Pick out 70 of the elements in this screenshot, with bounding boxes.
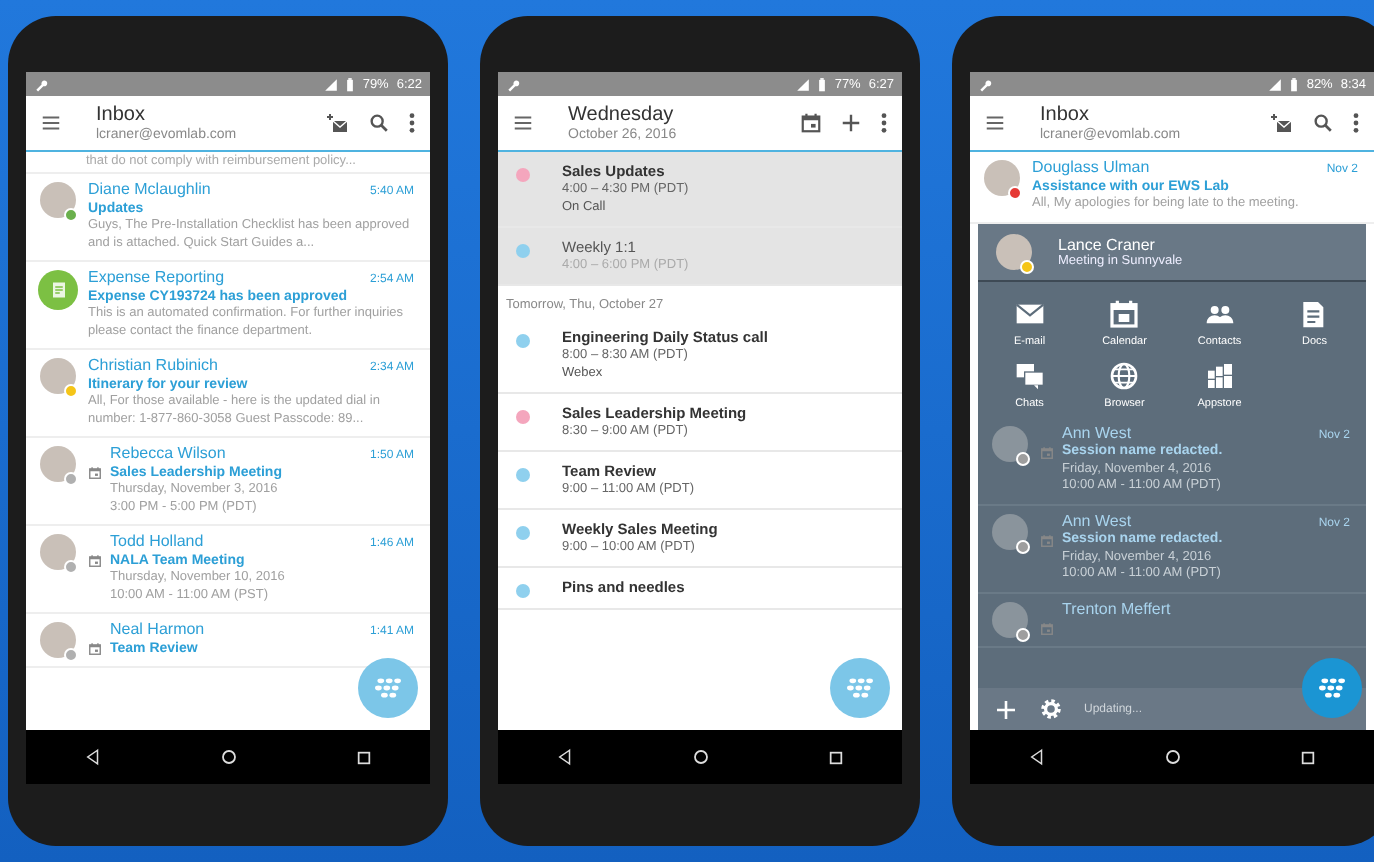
battery-icon (346, 77, 355, 91)
recents-icon[interactable] (355, 749, 372, 765)
signal-icon (1268, 77, 1283, 91)
battery-icon (1290, 77, 1299, 91)
dot-cluster-icon (1316, 676, 1348, 700)
calendar-icon (88, 466, 102, 480)
recents-icon[interactable] (827, 749, 844, 765)
sender-name: Expense Reporting (88, 270, 227, 287)
screen-title: Wednesday (568, 103, 674, 125)
user-name: Lance Craner (1058, 235, 1155, 253)
compose-mail-icon[interactable] (324, 111, 350, 135)
back-icon[interactable] (556, 748, 575, 766)
signal-icon (796, 77, 811, 91)
signal-icon (324, 77, 339, 91)
compose-mail-icon[interactable] (1268, 111, 1294, 135)
wrench-icon (506, 77, 520, 91)
search-icon[interactable] (368, 112, 390, 134)
avatar (996, 233, 1032, 269)
avatar (40, 182, 76, 218)
plus-icon[interactable] (840, 112, 862, 134)
dot-cluster-icon (372, 676, 404, 700)
message-row[interactable]: Trenton Meffert (978, 593, 1366, 647)
avatar (40, 446, 76, 482)
avatar (40, 622, 76, 658)
menu-icon[interactable] (512, 112, 534, 134)
home-icon[interactable] (691, 748, 710, 766)
search-icon[interactable] (1312, 112, 1334, 134)
calendar-icon (1040, 445, 1054, 459)
sender-name: Diane Mclaughlin (88, 182, 213, 199)
sender-name: Neal Harmon (110, 622, 207, 639)
home-icon[interactable] (219, 748, 238, 766)
sender-name: Trenton Meffert (1062, 601, 1173, 618)
calendar-icon (88, 642, 102, 656)
calendar-icon[interactable] (800, 112, 822, 134)
calendar-icon (1108, 297, 1141, 329)
calendar-icon (1040, 533, 1054, 547)
globe-icon (1108, 359, 1141, 391)
more-icon[interactable] (408, 112, 416, 134)
avatar (40, 534, 76, 570)
calendar-icon (88, 554, 102, 568)
sender-name: Douglass Ulman (1032, 160, 1152, 177)
sender-name: Ann West (1062, 425, 1134, 442)
calendar-icon (1040, 621, 1054, 635)
dot-cluster-icon (844, 676, 876, 700)
document-icon (49, 280, 67, 300)
tiles-icon (1203, 359, 1236, 391)
more-icon[interactable] (1352, 112, 1360, 134)
avatar (40, 358, 76, 394)
recents-icon[interactable] (1299, 749, 1316, 765)
chat-bubbles-icon (1013, 359, 1046, 391)
wrench-icon (978, 77, 992, 91)
screen-title: Inbox (96, 103, 145, 125)
wrench-icon (34, 77, 48, 91)
battery-icon (818, 77, 827, 91)
sender-name: Christian Rubinich (88, 358, 220, 375)
avatar (992, 513, 1028, 549)
menu-icon[interactable] (40, 112, 62, 134)
avatar (984, 160, 1020, 196)
home-icon[interactable] (1163, 748, 1182, 766)
sender-name: Todd Holland (110, 534, 206, 551)
back-icon[interactable] (84, 748, 103, 766)
settings-icon[interactable] (1038, 696, 1064, 722)
sender-name: Rebecca Wilson (110, 446, 228, 463)
avatar (992, 425, 1028, 461)
avatar (992, 601, 1028, 637)
sender-name: Ann West (1062, 513, 1134, 530)
menu-icon[interactable] (984, 112, 1006, 134)
back-icon[interactable] (1028, 748, 1047, 766)
screen-title: Inbox (1040, 103, 1089, 125)
more-icon[interactable] (880, 112, 888, 134)
